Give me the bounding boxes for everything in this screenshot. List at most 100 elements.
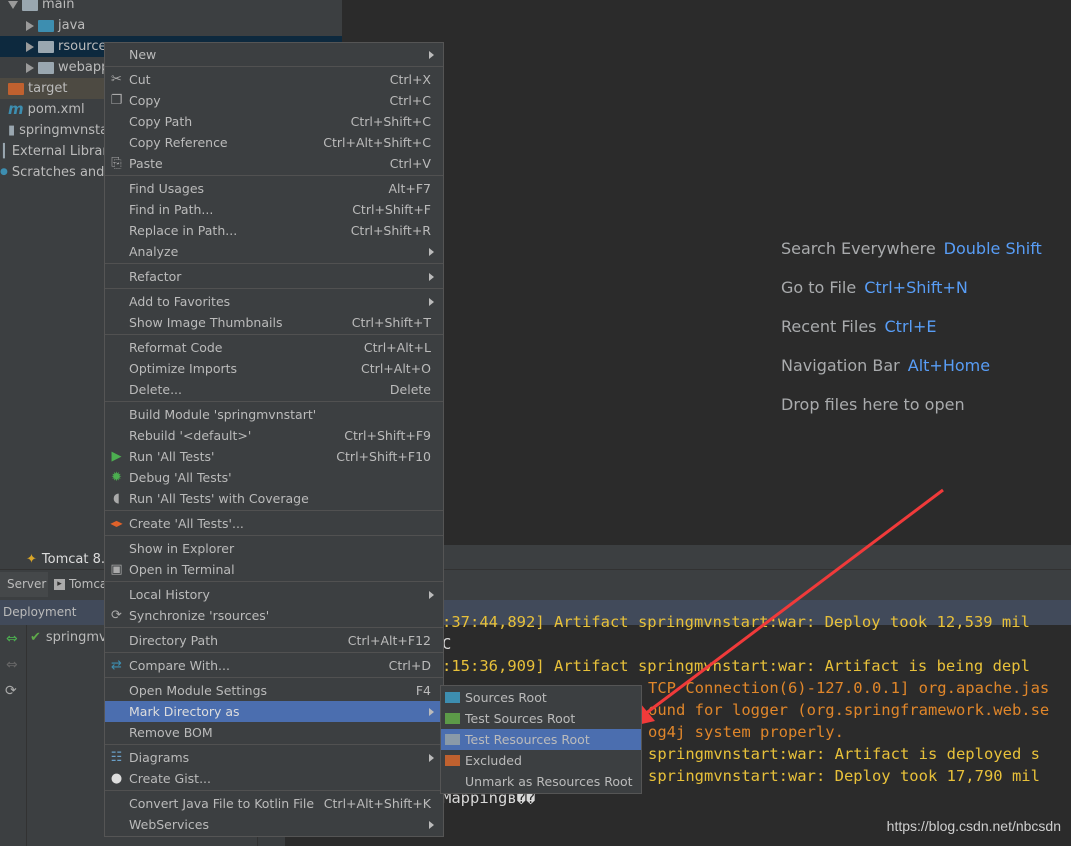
submenu-arrow-icon xyxy=(429,50,434,59)
menu-item-webservices[interactable]: WebServices xyxy=(105,814,443,835)
menu-item-run-all-tests[interactable]: ▶ Run 'All Tests' Ctrl+Shift+F10 xyxy=(105,446,443,467)
menu-item-open-in-terminal[interactable]: ▣ Open in Terminal xyxy=(105,559,443,580)
menu-item-new[interactable]: New xyxy=(105,44,443,65)
menu-item-label: Mark Directory as xyxy=(129,704,240,719)
menu-item-label: Compare With... xyxy=(129,658,230,673)
menu-item-mark-directory-as[interactable]: Mark Directory as xyxy=(105,701,443,722)
submenu-item-label: Test Sources Root xyxy=(465,711,576,726)
menu-item-convert-java-file-to-kotlin-file[interactable]: Convert Java File to Kotlin File Ctrl+Alt… xyxy=(105,793,443,814)
menu-item-label: Optimize Imports xyxy=(129,361,238,376)
menu-item-copy-path[interactable]: Copy Path Ctrl+Shift+C xyxy=(105,111,443,132)
menu-item-refactor[interactable]: Refactor xyxy=(105,266,443,287)
menu-item-find-in-path[interactable]: Find in Path... Ctrl+Shift+F xyxy=(105,199,443,220)
menu-item-label: Synchronize 'rsources' xyxy=(129,608,270,623)
menu-item-label: Find in Path... xyxy=(129,202,214,217)
folder-icon xyxy=(445,692,460,703)
menu-item-open-module-settings[interactable]: Open Module Settings F4 xyxy=(105,680,443,701)
submenu-arrow-icon xyxy=(429,753,434,762)
create-test-icon: ◀▶ xyxy=(110,519,123,528)
menu-item-shortcut: Ctrl+Alt+L xyxy=(363,340,431,355)
menu-item-label: Rebuild '<default>' xyxy=(129,428,252,443)
submenu-arrow-icon xyxy=(429,297,434,306)
menu-item-label: Cut xyxy=(129,72,151,87)
menu-item-analyze[interactable]: Analyze xyxy=(105,241,443,262)
menu-item-shortcut: Ctrl+X xyxy=(389,72,431,87)
menu-item-create-all-tests[interactable]: ◀▶ Create 'All Tests'... xyxy=(105,513,443,534)
submenu-item-label: Excluded xyxy=(465,753,522,768)
menu-item-rebuild-default[interactable]: Rebuild '<default>' Ctrl+Shift+F9 xyxy=(105,425,443,446)
menu-item-shortcut: Ctrl+Alt+O xyxy=(361,361,431,376)
menu-item-synchronize-rsources[interactable]: ⟳ Synchronize 'rsources' xyxy=(105,605,443,626)
menu-item-label: Copy xyxy=(129,93,161,108)
menu-item-label: Add to Favorites xyxy=(129,294,231,309)
menu-item-label: Open in Terminal xyxy=(129,562,235,577)
menu-item-shortcut: Ctrl+Shift+C xyxy=(350,114,431,129)
compare-icon: ⇄ xyxy=(111,658,122,673)
menu-item-remove-bom[interactable]: Remove BOM xyxy=(105,722,443,743)
submenu-item-test-sources-root[interactable]: Test Sources Root xyxy=(441,708,641,729)
submenu-item-label: Test Resources Root xyxy=(465,732,590,747)
menu-item-run-all-tests-with-coverage[interactable]: ◖ Run 'All Tests' with Coverage xyxy=(105,488,443,509)
menu-item-label: WebServices xyxy=(129,817,209,832)
menu-item-label: Diagrams xyxy=(129,750,190,765)
coverage-icon: ◖ xyxy=(113,491,120,506)
submenu-arrow-icon xyxy=(429,820,434,829)
menu-item-shortcut: Ctrl+D xyxy=(388,658,431,673)
scissors-icon: ✂ xyxy=(111,72,122,87)
menu-item-label: Refactor xyxy=(129,269,182,284)
menu-item-show-image-thumbnails[interactable]: Show Image Thumbnails Ctrl+Shift+T xyxy=(105,312,443,333)
menu-item-show-in-explorer[interactable]: Show in Explorer xyxy=(105,538,443,559)
menu-item-diagrams[interactable]: ☷ Diagrams xyxy=(105,747,443,768)
menu-item-shortcut: Ctrl+V xyxy=(389,156,431,171)
menu-item-create-gist[interactable]: ● Create Gist... xyxy=(105,768,443,789)
menu-item-copy-reference[interactable]: Copy Reference Ctrl+Alt+Shift+C xyxy=(105,132,443,153)
submenu-item-unmark-as-resources-root[interactable]: Unmark as Resources Root xyxy=(441,771,641,792)
menu-item-label: Show in Explorer xyxy=(129,541,235,556)
menu-item-shortcut: Ctrl+Alt+Shift+C xyxy=(323,135,431,150)
menu-item-label: Convert Java File to Kotlin File xyxy=(129,796,315,811)
folder-icon xyxy=(445,755,460,766)
menu-item-shortcut: Ctrl+Alt+F12 xyxy=(347,633,431,648)
clipboard-icon: ⎘ xyxy=(111,156,122,171)
run-icon: ▶ xyxy=(111,449,122,464)
menu-item-optimize-imports[interactable]: Optimize Imports Ctrl+Alt+O xyxy=(105,358,443,379)
menu-item-shortcut: Ctrl+Shift+F9 xyxy=(344,428,431,443)
menu-item-label: Run 'All Tests' xyxy=(129,449,215,464)
menu-item-shortcut: Ctrl+Shift+R xyxy=(350,223,431,238)
menu-item-compare-with[interactable]: ⇄ Compare With... Ctrl+D xyxy=(105,655,443,676)
menu-item-shortcut: Ctrl+C xyxy=(389,93,431,108)
submenu-arrow-icon xyxy=(429,247,434,256)
copy-icon: ❐ xyxy=(110,93,123,108)
diagram-icon: ☷ xyxy=(110,750,123,765)
menu-item-label: Build Module 'springmvnstart' xyxy=(129,407,317,422)
menu-item-label: Copy Path xyxy=(129,114,193,129)
menu-item-shortcut: Ctrl+Shift+F xyxy=(352,202,431,217)
menu-item-delete[interactable]: Delete... Delete xyxy=(105,379,443,400)
submenu-item-sources-root[interactable]: Sources Root xyxy=(441,687,641,708)
menu-item-local-history[interactable]: Local History xyxy=(105,584,443,605)
menu-item-find-usages[interactable]: Find Usages Alt+F7 xyxy=(105,178,443,199)
menu-item-label: Show Image Thumbnails xyxy=(129,315,283,330)
menu-item-reformat-code[interactable]: Reformat Code Ctrl+Alt+L xyxy=(105,337,443,358)
menu-item-directory-path[interactable]: Directory Path Ctrl+Alt+F12 xyxy=(105,630,443,651)
menu-item-shortcut: F4 xyxy=(415,683,431,698)
menu-item-label: Delete... xyxy=(129,382,182,397)
menu-item-replace-in-path[interactable]: Replace in Path... Ctrl+Shift+R xyxy=(105,220,443,241)
submenu-item-test-resources-root[interactable]: Test Resources Root xyxy=(441,729,641,750)
menu-item-debug-all-tests[interactable]: ✹ Debug 'All Tests' xyxy=(105,467,443,488)
menu-item-shortcut: Alt+F7 xyxy=(388,181,431,196)
context-menu: New ✂ Cut Ctrl+X ❐ Copy Ctrl+C Copy Path Ctrl+Sh… xyxy=(104,42,444,837)
menu-item-add-to-favorites[interactable]: Add to Favorites xyxy=(105,291,443,312)
folder-icon xyxy=(445,713,460,724)
menu-item-build-module-springmvnstart[interactable]: Build Module 'springmvnstart' xyxy=(105,404,443,425)
debug-icon: ✹ xyxy=(111,470,122,485)
menu-item-cut[interactable]: ✂ Cut Ctrl+X xyxy=(105,69,443,90)
menu-item-copy[interactable]: ❐ Copy Ctrl+C xyxy=(105,90,443,111)
menu-item-label: Replace in Path... xyxy=(129,223,238,238)
menu-item-shortcut: Delete xyxy=(389,382,431,397)
sync-icon: ⟳ xyxy=(111,608,122,623)
submenu-item-excluded[interactable]: Excluded xyxy=(441,750,641,771)
menu-item-label: Reformat Code xyxy=(129,340,223,355)
terminal-icon: ▣ xyxy=(110,562,123,577)
menu-item-paste[interactable]: ⎘ Paste Ctrl+V xyxy=(105,153,443,174)
